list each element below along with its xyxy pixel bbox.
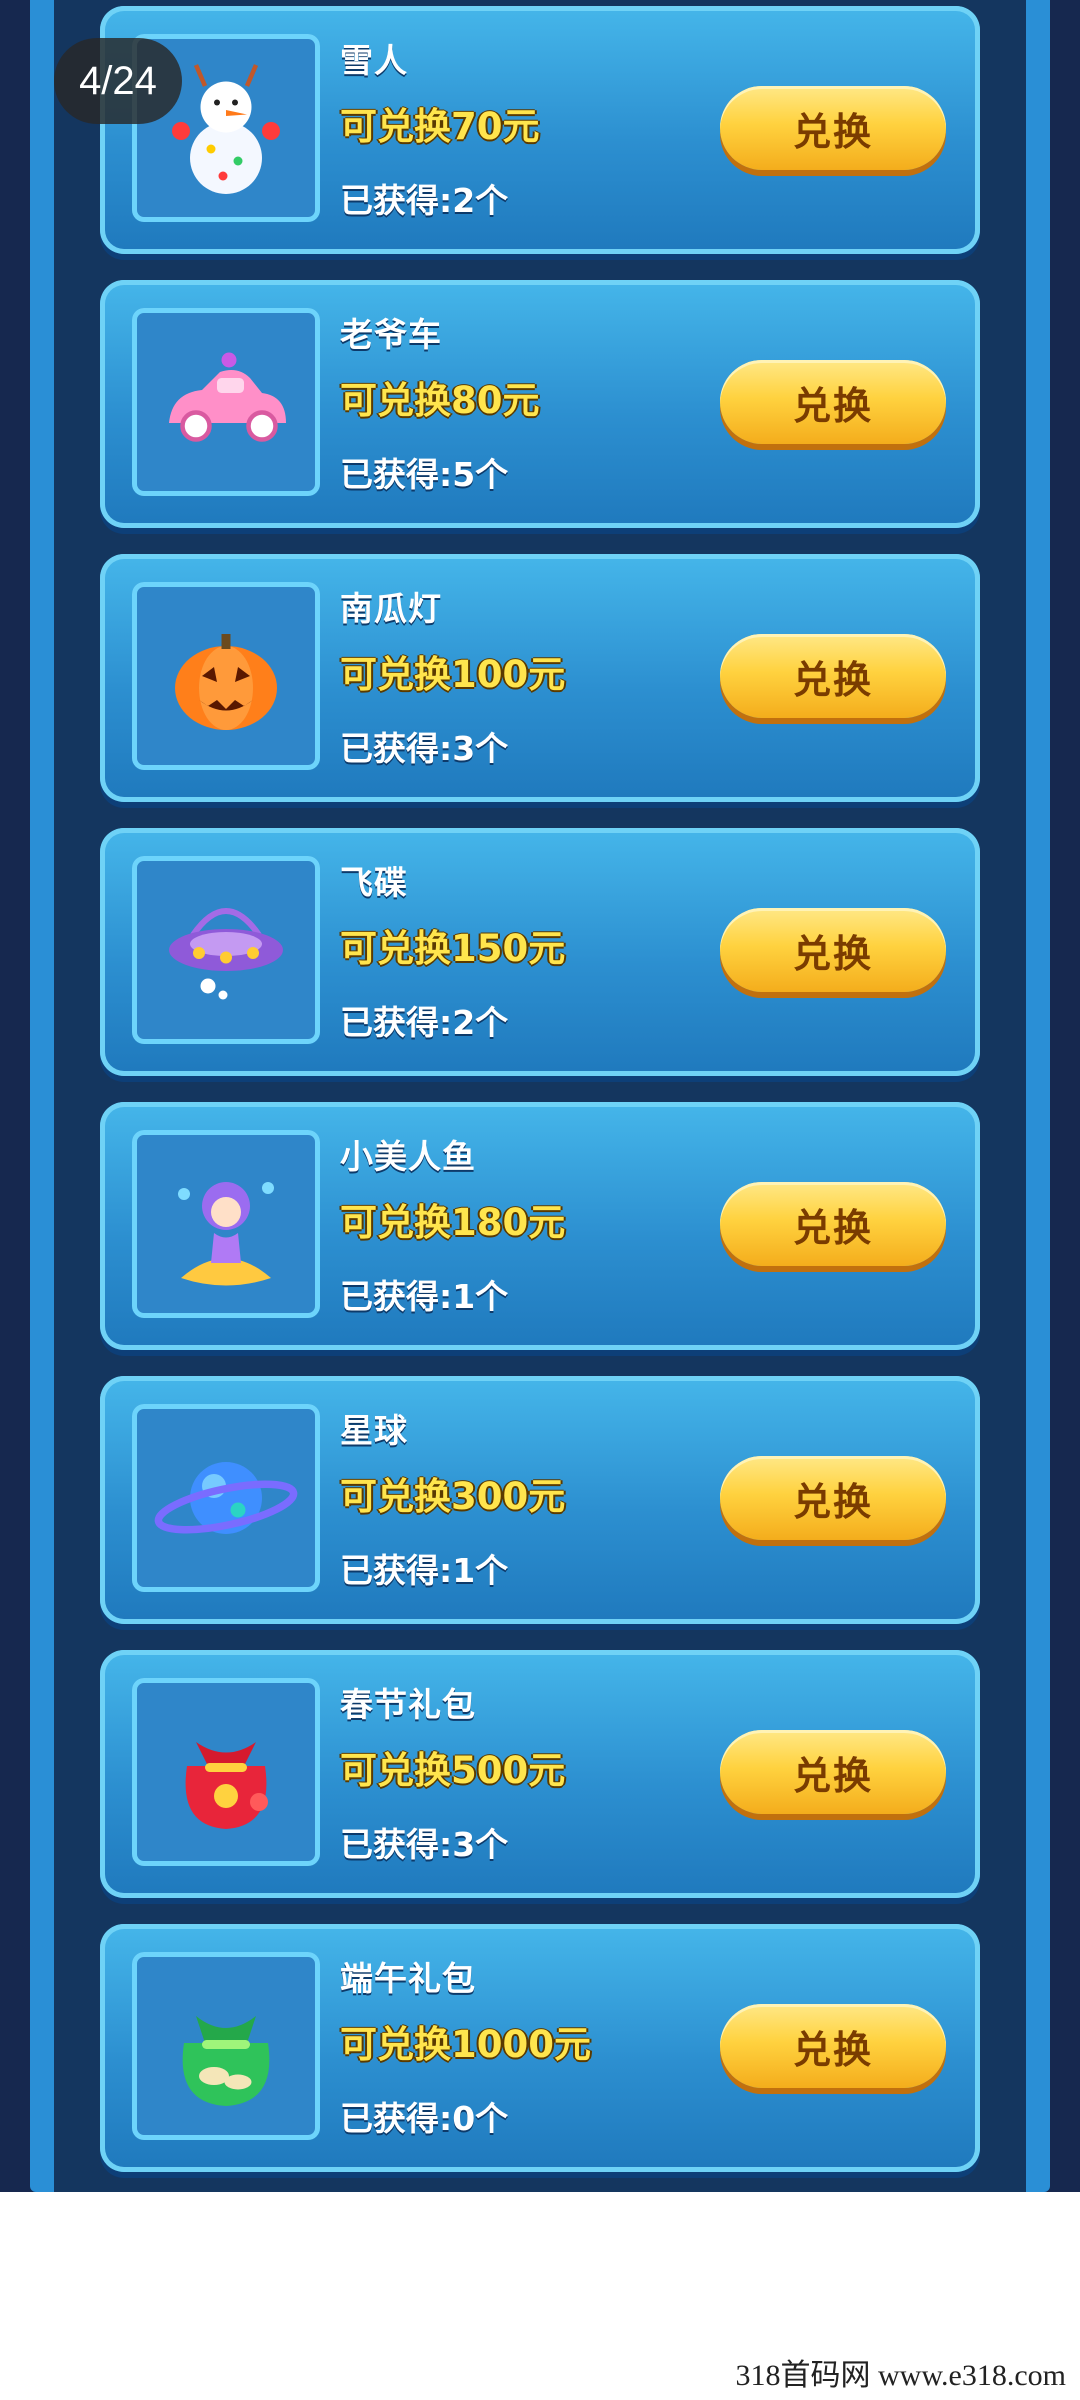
- spring-festival-gift-bag-icon: [185, 1742, 268, 1829]
- watermark: 318首码网 www.e318.com: [735, 2359, 1066, 2392]
- dragon-boat-gift-bag-icon: [182, 2016, 270, 2106]
- reward-card-snowman: 雪人 可兑换70元 已获得:2个 兑换: [100, 6, 980, 254]
- reward-card-vintage-car: 老爷车 可兑换80元 已获得:5个 兑换: [100, 280, 980, 528]
- reward-thumb: [132, 1130, 320, 1318]
- reward-name: 南瓜灯: [340, 589, 442, 628]
- reward-name: 飞碟: [340, 863, 408, 902]
- redeem-button[interactable]: 兑换: [720, 908, 946, 992]
- reward-name: 小美人鱼: [340, 1137, 476, 1176]
- reward-owned-count: 已获得:3个: [340, 1825, 509, 1864]
- redeem-button[interactable]: 兑换: [720, 634, 946, 718]
- reward-value: 可兑换150元: [340, 927, 566, 970]
- reward-owned-count: 已获得:1个: [340, 1551, 509, 1590]
- reward-owned-count: 已获得:1个: [340, 1277, 509, 1316]
- reward-name: 雪人: [340, 41, 408, 80]
- reward-name: 老爷车: [340, 315, 442, 354]
- reward-value: 可兑换1000元: [340, 2023, 591, 2066]
- redeem-button[interactable]: 兑换: [720, 86, 946, 170]
- reward-name: 星球: [340, 1411, 408, 1450]
- redeem-button[interactable]: 兑换: [720, 1456, 946, 1540]
- planet-icon: [154, 1462, 298, 1534]
- vintage-car-icon: [169, 352, 286, 442]
- reward-card-mermaid: 小美人鱼 可兑换180元 已获得:1个 兑换: [100, 1102, 980, 1350]
- redeem-button[interactable]: 兑换: [720, 2004, 946, 2088]
- game-area: 雪人 可兑换70元 已获得:2个 兑换 老爷车 可兑换80元 已获得:5个 兑换: [0, 0, 1080, 2192]
- reward-card-pumpkin-lantern: 南瓜灯 可兑换100元 已获得:3个 兑换: [100, 554, 980, 802]
- reward-name: 春节礼包: [340, 1685, 476, 1724]
- reward-thumb: [132, 1678, 320, 1866]
- ufo-icon: [169, 908, 283, 1000]
- reward-value: 可兑换500元: [340, 1749, 566, 1792]
- mermaid-icon: [178, 1182, 274, 1286]
- reward-card-spring-festival-gift: 春节礼包 可兑换500元 已获得:3个 兑换: [100, 1650, 980, 1898]
- reward-value: 可兑换300元: [340, 1475, 566, 1518]
- reward-thumb: [132, 308, 320, 496]
- reward-value: 可兑换180元: [340, 1201, 566, 1244]
- reward-card-dragon-boat-gift: 端午礼包 可兑换1000元 已获得:0个 兑换: [100, 1924, 980, 2172]
- reward-owned-count: 已获得:3个: [340, 729, 509, 768]
- reward-name: 端午礼包: [340, 1959, 476, 1998]
- reward-card-planet: 星球 可兑换300元 已获得:1个 兑换: [100, 1376, 980, 1624]
- reward-value: 可兑换70元: [340, 105, 540, 148]
- reward-owned-count: 已获得:5个: [340, 455, 509, 494]
- reward-owned-count: 已获得:0个: [340, 2099, 509, 2138]
- reward-thumb: [132, 1404, 320, 1592]
- redeem-button[interactable]: 兑换: [720, 1182, 946, 1266]
- redeem-button[interactable]: 兑换: [720, 360, 946, 444]
- pumpkin-lantern-icon: [175, 634, 277, 730]
- reward-value: 可兑换80元: [340, 379, 540, 422]
- page-counter: 4/24: [54, 38, 182, 124]
- reward-card-ufo: 飞碟 可兑换150元 已获得:2个 兑换: [100, 828, 980, 1076]
- reward-thumb: [132, 582, 320, 770]
- reward-owned-count: 已获得:2个: [340, 181, 509, 220]
- reward-value: 可兑换100元: [340, 653, 566, 696]
- reward-owned-count: 已获得:2个: [340, 1003, 509, 1042]
- reward-thumb: [132, 856, 320, 1044]
- reward-thumb: [132, 1952, 320, 2140]
- redeem-button[interactable]: 兑换: [720, 1730, 946, 1814]
